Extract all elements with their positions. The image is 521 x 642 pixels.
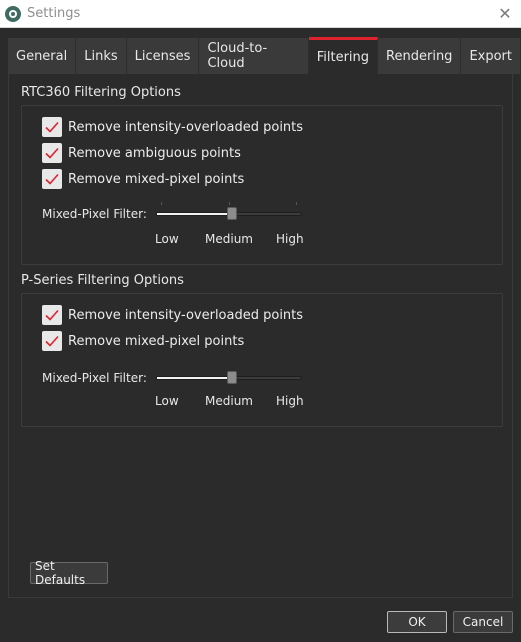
rtc360-group-title: RTC360 Filtering Options (21, 85, 181, 100)
tab-label: Cloud-to-Cloud (207, 41, 268, 71)
tab-general[interactable]: General (8, 38, 77, 74)
pseries-group-box: Remove intensity-overloaded points Remov… (21, 293, 503, 427)
checkbox[interactable] (42, 331, 62, 351)
tab-filtering[interactable]: Filtering (308, 37, 379, 74)
rtc360-group-box: Remove intensity-overloaded points Remov… (21, 105, 503, 265)
window-title: Settings (27, 6, 81, 21)
checkmark-icon (45, 121, 59, 133)
filtering-panel: RTC360 Filtering Options Remove intensit… (8, 74, 513, 598)
tick-label-medium: Medium (205, 394, 253, 408)
rtc360-option-ambiguous[interactable]: Remove ambiguous points (42, 142, 241, 164)
tab-label: Links (84, 48, 118, 64)
tab-label: Filtering (316, 49, 370, 65)
tab-label: Licenses (134, 48, 191, 64)
checkbox-label: Remove ambiguous points (68, 145, 241, 161)
slider-fill (157, 213, 228, 215)
pseries-option-intensity-overloaded[interactable]: Remove intensity-overloaded points (42, 304, 303, 326)
tab-cloud-to-cloud[interactable]: Cloud-to-Cloud (199, 38, 309, 74)
set-defaults-button[interactable]: Set Defaults (30, 559, 108, 587)
cancel-button[interactable]: Cancel (453, 611, 513, 633)
tab-links[interactable]: Links (76, 38, 127, 74)
pseries-slider-label: Mixed-Pixel Filter: (42, 371, 147, 385)
checkbox-label: Remove mixed-pixel points (68, 171, 245, 187)
checkmark-icon (45, 173, 59, 185)
checkbox-label: Remove intensity-overloaded points (68, 119, 304, 135)
checkbox[interactable] (42, 305, 62, 325)
close-icon[interactable]: ✕ (489, 0, 521, 27)
tick-label-high: High (276, 394, 304, 408)
checkbox[interactable] (42, 117, 62, 137)
checkmark-icon (45, 309, 59, 321)
slider-fill (157, 377, 228, 379)
tab-label: Rendering (386, 48, 453, 64)
rtc360-option-intensity-overloaded[interactable]: Remove intensity-overloaded points (42, 116, 303, 138)
tab-export[interactable]: Export (461, 38, 521, 74)
rtc360-slider-label: Mixed-Pixel Filter: (42, 207, 147, 221)
app-logo-icon (5, 5, 21, 22)
slider-handle[interactable] (227, 207, 237, 220)
slider-tick (296, 202, 297, 205)
checkbox[interactable] (42, 143, 62, 163)
tab-rendering[interactable]: Rendering (378, 38, 462, 74)
rtc360-option-mixed-pixel[interactable]: Remove mixed-pixel points (42, 168, 244, 190)
pseries-group-title: P-Series Filtering Options (21, 273, 184, 288)
title-bar: Settings ✕ (0, 0, 521, 28)
tab-label: Export (469, 48, 512, 64)
slider-handle[interactable] (227, 371, 237, 384)
checkmark-icon (45, 335, 59, 347)
tick-label-high: High (276, 232, 304, 246)
slider-tick (161, 202, 162, 205)
tab-bar: General Links Licenses Cloud-to-Cloud Fi… (8, 37, 521, 74)
tick-label-medium: Medium (205, 232, 253, 246)
checkbox-label: Remove mixed-pixel points (68, 333, 245, 349)
checkbox[interactable] (42, 169, 62, 189)
pseries-mixed-pixel-slider[interactable] (156, 370, 302, 386)
tick-label-low: Low (155, 232, 179, 246)
ok-button[interactable]: OK (387, 611, 447, 633)
checkmark-icon (45, 147, 59, 159)
pseries-option-mixed-pixel[interactable]: Remove mixed-pixel points (42, 330, 244, 352)
tick-label-low: Low (155, 394, 179, 408)
rtc360-mixed-pixel-slider[interactable] (156, 202, 302, 222)
checkbox-label: Remove intensity-overloaded points (68, 307, 304, 323)
tab-licenses[interactable]: Licenses (126, 38, 200, 74)
tab-label: General (16, 48, 68, 64)
slider-tick (229, 202, 230, 205)
